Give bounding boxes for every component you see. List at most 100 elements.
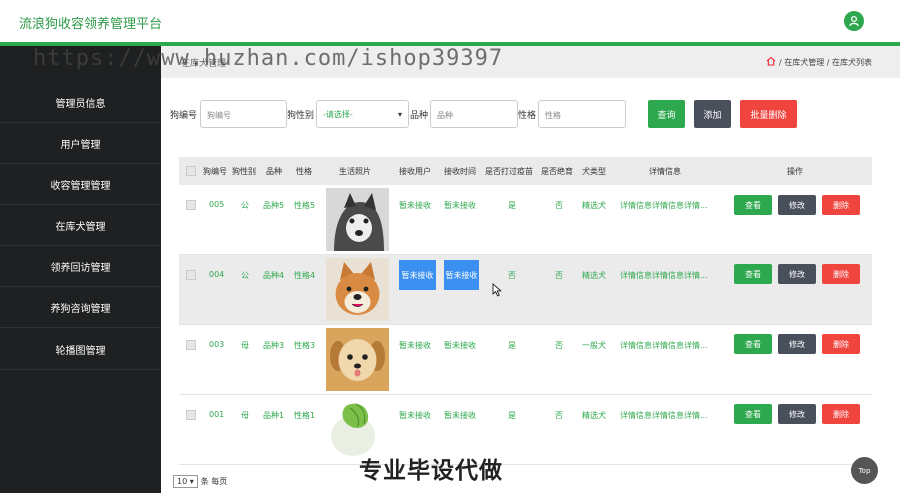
view-button[interactable]: 查看 bbox=[734, 404, 772, 424]
cell-temper: 性格5 bbox=[294, 201, 316, 210]
cell-vaccine: 是 bbox=[508, 201, 516, 210]
row-checkbox[interactable] bbox=[186, 340, 196, 350]
temper-input[interactable]: 性格 bbox=[538, 100, 626, 128]
cell-gender: 公 bbox=[241, 201, 249, 210]
cell-gender: 公 bbox=[241, 271, 249, 280]
sidebar-item-in-stock-dogs[interactable]: 在库犬管理 bbox=[0, 206, 161, 246]
header-breed: 品种 bbox=[266, 167, 282, 176]
header-actions: 操作 bbox=[787, 167, 803, 176]
chevron-down-icon: ▾ bbox=[397, 109, 402, 119]
cell-gender: 母 bbox=[241, 411, 249, 420]
header-time: 接收时间 bbox=[444, 167, 476, 176]
header-detail: 详情信息 bbox=[649, 167, 681, 176]
temper-label: 性格 bbox=[518, 111, 537, 121]
cell-user: 暂未接收 bbox=[399, 260, 436, 290]
edit-button[interactable]: 修改 bbox=[778, 264, 816, 284]
table-row[interactable]: 005 公 品种5 性格5 暂未接收 暂未接收 是 否 精选犬 详情信息详情信息… bbox=[179, 185, 872, 255]
header-dog-no: 狗编号 bbox=[203, 167, 227, 176]
sidebar-item-consulting[interactable]: 养狗咨询管理 bbox=[0, 288, 161, 328]
cell-dog-no: 003 bbox=[209, 340, 225, 349]
delete-button[interactable]: 删除 bbox=[822, 264, 860, 284]
edit-button[interactable]: 修改 bbox=[778, 404, 816, 424]
row-checkbox[interactable] bbox=[186, 200, 196, 210]
husky-photo bbox=[326, 188, 389, 251]
gender-label: 狗性别 bbox=[287, 111, 315, 121]
cell-user: 暂未接收 bbox=[399, 341, 431, 350]
cell-detail: 详情信息详情信息详情... bbox=[620, 341, 708, 350]
view-button[interactable]: 查看 bbox=[734, 334, 772, 354]
dog-no-label: 狗编号 bbox=[170, 111, 198, 121]
user-avatar-icon[interactable] bbox=[844, 11, 864, 31]
top-header: 流浪狗收容领养管理平台 bbox=[0, 0, 900, 42]
promo-caption: 专业毕设代做 bbox=[359, 458, 503, 484]
cell-user: 暂未接收 bbox=[399, 201, 431, 210]
shiba-photo bbox=[326, 258, 389, 321]
cell-dog-no: 004 bbox=[209, 270, 225, 279]
table-row[interactable]: 004 公 品种4 性格4 暂未接收 暂未接收 否 否 精选犬 详情信息详情信息… bbox=[179, 255, 872, 325]
sidebar: 管理员信息 用户管理 收容管理管理 在库犬管理 领养回访管理 养狗咨询管理 轮播… bbox=[0, 46, 161, 493]
sidebar-item-shelter[interactable]: 收容管理管理 bbox=[0, 165, 161, 205]
edit-button[interactable]: 修改 bbox=[778, 195, 816, 215]
cell-type: 精选犬 bbox=[582, 271, 606, 280]
cell-dog-no: 005 bbox=[209, 200, 225, 209]
mouse-cursor-icon bbox=[492, 283, 502, 300]
delete-button[interactable]: 删除 bbox=[822, 195, 860, 215]
cell-dog-no: 001 bbox=[209, 410, 225, 419]
view-button[interactable]: 查看 bbox=[734, 264, 772, 284]
sidebar-item-admin-info[interactable]: 管理员信息 bbox=[0, 83, 161, 123]
cell-time: 暂未接收 bbox=[444, 201, 476, 210]
cell-neutered: 否 bbox=[555, 201, 563, 210]
cell-type: 精选犬 bbox=[582, 201, 606, 210]
sidebar-item-carousel[interactable]: 轮播图管理 bbox=[0, 330, 161, 370]
cell-neutered: 否 bbox=[555, 341, 563, 350]
back-to-top-button[interactable]: Top bbox=[851, 457, 878, 484]
header-temper: 性格 bbox=[296, 167, 312, 176]
cell-time: 暂未接收 bbox=[444, 341, 476, 350]
delete-button[interactable]: 删除 bbox=[822, 404, 860, 424]
cell-temper: 性格3 bbox=[294, 341, 316, 350]
cell-detail: 详情信息详情信息详情... bbox=[620, 271, 708, 280]
pagination: 10 ▾ 条 每页 bbox=[173, 475, 227, 488]
cell-user: 暂未接收 bbox=[399, 411, 431, 420]
dog-no-input[interactable]: 狗编号 bbox=[200, 100, 287, 128]
breed-input[interactable]: 品种 bbox=[430, 100, 518, 128]
header-neutered: 是否绝育 bbox=[541, 167, 573, 176]
cell-temper: 性格1 bbox=[294, 411, 316, 420]
delete-button[interactable]: 删除 bbox=[822, 334, 860, 354]
table-header: 狗编号 狗性别 品种 性格 生活照片 接收用户 接收时间 是否打过疫苗 是否绝育… bbox=[179, 157, 872, 185]
cell-breed: 品种3 bbox=[263, 341, 285, 350]
cell-neutered: 否 bbox=[555, 271, 563, 280]
cell-type: 精选犬 bbox=[582, 411, 606, 420]
row-checkbox[interactable] bbox=[186, 270, 196, 280]
page-size-select[interactable]: 10 ▾ bbox=[173, 475, 198, 488]
breed-label: 品种 bbox=[410, 111, 429, 121]
cell-breed: 品种4 bbox=[263, 271, 285, 280]
gender-select[interactable]: -请选择- ▾ bbox=[316, 100, 409, 128]
table-row[interactable]: 001 母 品种1 性格1 暂未接收 暂未接收 是 否 精选犬 详情信息详情信息… bbox=[179, 395, 872, 465]
table-row[interactable]: 003 母 品种3 性格3 暂未接收 暂未接收 是 否 一般犬 详情信息详情信息… bbox=[179, 325, 872, 395]
puppy-photo bbox=[326, 328, 389, 391]
select-all-checkbox[interactable] bbox=[186, 166, 196, 176]
cell-vaccine: 是 bbox=[508, 341, 516, 350]
batch-delete-button[interactable]: 批量删除 bbox=[740, 100, 797, 128]
cell-breed: 品种1 bbox=[263, 411, 285, 420]
sidebar-item-users[interactable]: 用户管理 bbox=[0, 124, 161, 164]
query-button[interactable]: 查询 bbox=[648, 100, 685, 128]
cell-detail: 详情信息详情信息详情... bbox=[620, 411, 708, 420]
add-button[interactable]: 添加 bbox=[694, 100, 731, 128]
home-icon[interactable] bbox=[766, 56, 776, 68]
view-button[interactable]: 查看 bbox=[734, 195, 772, 215]
row-checkbox[interactable] bbox=[186, 410, 196, 420]
page-size-label: 条 每页 bbox=[200, 477, 228, 486]
cell-breed: 品种5 bbox=[263, 201, 285, 210]
url-watermark: https://www.huzhan.com/ishop39397 bbox=[33, 46, 504, 71]
header-vaccine: 是否打过疫苗 bbox=[485, 167, 533, 176]
cell-time: 暂未接收 bbox=[444, 411, 476, 420]
sidebar-item-adoption-visits[interactable]: 领养回访管理 bbox=[0, 247, 161, 287]
edit-button[interactable]: 修改 bbox=[778, 334, 816, 354]
breadcrumb-path[interactable]: / 在库犬管理 / 在库犬列表 bbox=[779, 57, 872, 68]
cell-gender: 母 bbox=[241, 341, 249, 350]
cell-temper: 性格4 bbox=[294, 271, 316, 280]
header-photo: 生活照片 bbox=[339, 167, 371, 176]
header-user: 接收用户 bbox=[399, 167, 431, 176]
